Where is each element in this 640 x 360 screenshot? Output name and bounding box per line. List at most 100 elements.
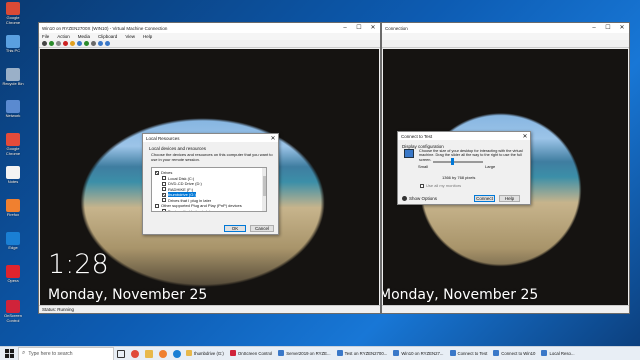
taskbar-task[interactable]: thumbdrive (G:) (184, 347, 226, 360)
chrome-icon[interactable] (128, 347, 142, 360)
tree-item-label: RADHIKE (F:) (168, 186, 194, 192)
desktop-icon[interactable]: Notes (2, 166, 24, 185)
taskbar-task[interactable]: Connect to Test (447, 347, 490, 360)
shutdown-icon[interactable] (63, 41, 68, 46)
close-icon[interactable]: ✕ (520, 133, 530, 140)
vm-status: Status: Running (39, 305, 380, 313)
tree-item[interactable]: Local Disk (C:) (162, 176, 194, 181)
tree-item[interactable]: thumbdrive (G:) (162, 192, 196, 197)
connect-dialog: Connect to Test ✕ Display configuration … (397, 131, 531, 205)
desktop-icon[interactable]: Opera (2, 265, 24, 284)
menu-item[interactable]: File (42, 34, 49, 39)
desktop-icon[interactable]: Network (2, 100, 24, 119)
reset-icon[interactable] (84, 41, 89, 46)
close-icon[interactable]: ✕ (366, 23, 380, 33)
revert-icon[interactable] (98, 41, 103, 46)
checkbox-icon[interactable] (162, 187, 166, 191)
resource-tree[interactable]: Drives Local Disk (C:) DVD-CD Drive (D:) RA… (151, 167, 267, 212)
checkbox-icon[interactable] (162, 176, 166, 180)
tree-item[interactable]: RADHIKE (F:) (162, 187, 193, 192)
desktop-icon[interactable]: Firefox (2, 199, 24, 218)
menu-item[interactable]: Media (78, 34, 90, 39)
taskbar-task[interactable]: OnScreen Control (227, 347, 275, 360)
start-button[interactable] (0, 347, 18, 360)
search-box[interactable]: ⌕ Type here to search (18, 346, 114, 360)
scroll-thumb[interactable] (262, 176, 266, 196)
vm-titlebar[interactable]: Connection – ☐ ✕ (382, 23, 629, 33)
taskbar-task-label: OnScreen Control (237, 350, 273, 356)
vm-status (382, 305, 629, 313)
app-icon (6, 2, 20, 15)
close-icon[interactable]: ✕ (268, 135, 278, 142)
edge-icon[interactable] (170, 347, 184, 360)
show-options-toggle[interactable]: Show Options (402, 196, 437, 201)
tree-item[interactable]: Drives that I plug in later (162, 198, 211, 203)
resolution-text: 1366 by 768 pixels (442, 175, 476, 180)
all-monitors-checkbox[interactable]: Use all my monitors (420, 183, 461, 188)
pause-icon[interactable] (77, 41, 82, 46)
maximize-icon[interactable]: ☐ (601, 23, 615, 33)
taskbar-task[interactable]: Server2019 on RYZE... (276, 347, 333, 360)
checkbox-icon[interactable] (155, 203, 159, 208)
taskbar-task-label: Connect to Test (457, 350, 488, 356)
help-button[interactable]: Help (499, 195, 520, 202)
enhanced-session-icon[interactable] (105, 41, 110, 46)
vm-title: Connection (385, 25, 408, 31)
dialog-titlebar[interactable]: Connect to Test ✕ (398, 132, 530, 140)
checkbox-icon[interactable] (162, 181, 166, 186)
section-title: Local devices and resources (149, 146, 207, 151)
tree-scrollbar[interactable] (262, 168, 266, 211)
start-icon[interactable] (49, 41, 54, 46)
desktop-icon[interactable]: Google Chrome (2, 133, 24, 156)
menu-item[interactable]: Action (57, 34, 70, 39)
running-tasks: thumbdrive (G:) OnScreen Control Server201… (184, 347, 579, 360)
dialog-title: Local Resources (146, 135, 180, 141)
menu-item[interactable]: Help (143, 34, 152, 39)
file-explorer-icon[interactable] (142, 347, 156, 360)
slider-thumb[interactable] (451, 158, 454, 165)
vm-toolbar (382, 40, 629, 48)
desktop-icon[interactable]: Google Chrome (2, 2, 24, 25)
large-label: Large (485, 164, 496, 169)
firefox-icon[interactable] (156, 347, 170, 360)
connect-button[interactable]: Connect (474, 195, 495, 202)
dialog-titlebar[interactable]: Local Resources ✕ (143, 134, 278, 142)
show-options-label: Show Options (409, 196, 438, 201)
minimize-icon[interactable]: – (587, 23, 601, 33)
taskbar-task[interactable]: Test on RYZEN2700... (334, 347, 390, 360)
taskbar-task[interactable]: Connect to Win10 (491, 347, 538, 360)
checkbox-icon[interactable] (162, 198, 166, 202)
ctrl-alt-del-icon[interactable] (42, 41, 47, 46)
checkbox-icon[interactable] (155, 170, 159, 175)
tree-item[interactable]: Drives (155, 170, 172, 175)
checkpoint-icon[interactable] (91, 41, 96, 46)
desktop-icon[interactable]: Edge (2, 232, 24, 251)
taskbar-task[interactable]: Win10 on RYZEN27... (391, 347, 446, 360)
cancel-button[interactable]: Cancel (250, 225, 274, 232)
menu-item[interactable]: View (125, 34, 135, 39)
tree-item[interactable]: Other supported Plug and Play (PnP) devi… (155, 203, 242, 208)
search-placeholder: Type here to search (28, 350, 73, 357)
ok-button[interactable]: OK (224, 225, 246, 232)
tree-item[interactable]: Devices that I plug in later (162, 209, 214, 211)
minimize-icon[interactable]: – (338, 23, 352, 33)
tree-item[interactable]: DVD-CD Drive (D:) (162, 181, 202, 186)
taskbar-task-label: Win10 on RYZEN27... (401, 350, 444, 356)
taskbar-task-label: Local Reso... (549, 350, 575, 356)
close-icon[interactable]: ✕ (615, 23, 629, 33)
resolution-slider[interactable] (433, 161, 483, 163)
taskbar-task-label: Server2019 on RYZE... (286, 350, 331, 356)
taskbar-task[interactable]: Local Reso... (539, 347, 577, 360)
checkbox-icon[interactable] (162, 192, 166, 197)
turn-off-icon[interactable] (56, 41, 61, 46)
desktop-icon[interactable]: Recycle Bin (2, 68, 24, 87)
desktop-icon[interactable]: OnScreen Control (2, 300, 24, 323)
local-resources-dialog: Local Resources ✕ Local devices and reso… (142, 133, 279, 235)
vm-titlebar[interactable]: Win10 on RYZEN2700X (WIN10) - Virtual Ma… (39, 23, 380, 33)
task-view-icon[interactable] (114, 347, 128, 360)
save-state-icon[interactable] (70, 41, 75, 46)
maximize-icon[interactable]: ☐ (352, 23, 366, 33)
checkbox-icon[interactable] (162, 209, 166, 211)
menu-item[interactable]: Clipboard (98, 34, 117, 39)
desktop-icon[interactable]: This PC (2, 35, 24, 54)
